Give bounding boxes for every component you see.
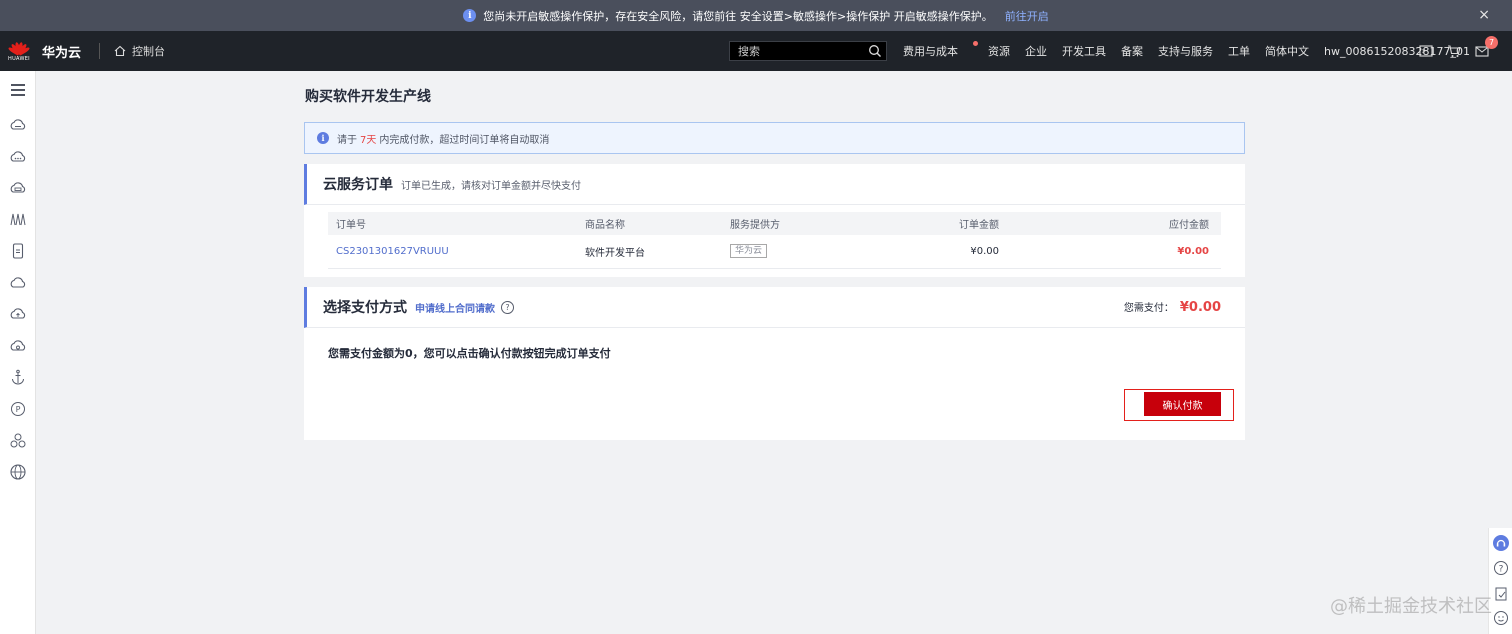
confirm-highlight-box: 确认付款 — [1124, 389, 1234, 421]
nav-tickets[interactable]: 工单 — [1228, 43, 1250, 59]
col-amount: 订单金额 — [884, 212, 1011, 235]
messages-button[interactable]: 7 — [1475, 36, 1498, 58]
need-pay-label: 您需支付： — [1123, 303, 1174, 314]
huawei-logo[interactable]: HUAWEI — [0, 31, 38, 71]
globe-icon[interactable] — [9, 463, 27, 481]
cloud-more-icon[interactable] — [9, 148, 27, 166]
header-divider — [99, 43, 101, 59]
huawei-flower-icon — [7, 40, 31, 56]
table-header-row: 订单号 商品名称 服务提供方 订单金额 应付金额 — [328, 212, 1221, 235]
table-row: CS2301301627VRUUU 软件开发平台 华为云 ¥0.00 ¥0.00 — [328, 235, 1221, 269]
cloud-sync-icon[interactable] — [9, 337, 27, 355]
payment-method-card: 选择支付方式 申请线上合同请款 ? 您需支付： ¥0.00 您需支付金额为0，您… — [304, 287, 1245, 440]
nav-language[interactable]: 简体中文 — [1265, 43, 1309, 59]
order-number-link[interactable]: CS2301301627VRUUU — [336, 246, 449, 257]
col-product: 商品名称 — [577, 212, 722, 235]
zero-amount-message: 您需支付金额为0，您可以点击确认付款按钮完成订单支付 — [328, 347, 611, 360]
info-icon: i — [463, 9, 477, 22]
payment-card-header: 选择支付方式 申请线上合同请款 ? — [304, 287, 1245, 328]
header-icons: 7 — [1419, 31, 1503, 71]
brand-name[interactable]: 华为云 — [42, 42, 81, 61]
cloud-storage-icon[interactable] — [9, 179, 27, 197]
terminal-icon[interactable] — [1419, 44, 1433, 58]
confirm-payment-button[interactable]: 确认付款 — [1144, 392, 1221, 416]
product-name: 软件开发平台 — [577, 235, 722, 269]
close-icon[interactable]: × — [1478, 7, 1490, 23]
payable-amount: ¥0.00 — [1177, 245, 1209, 257]
nav-dev-tools[interactable]: 开发工具 — [1062, 43, 1106, 59]
watermark-text: @稀土掘金技术社区 — [1330, 596, 1492, 617]
smile-icon[interactable] — [1493, 610, 1509, 626]
right-float-toolbar: ? — [1488, 528, 1512, 634]
anchor-icon[interactable] — [9, 368, 27, 386]
notification-dot — [973, 41, 978, 46]
cloud-server-icon[interactable] — [9, 116, 27, 134]
nav-support[interactable]: 支持与服务 — [1158, 43, 1213, 59]
svg-text:?: ? — [1499, 565, 1504, 575]
nav-cost[interactable]: 费用与成本 — [903, 41, 978, 59]
provider-tag: 华为云 — [730, 244, 768, 259]
customer-service-icon[interactable] — [1493, 535, 1509, 551]
order-amount: ¥0.00 — [884, 235, 1011, 269]
order-card-title: 云服务订单 — [323, 177, 393, 193]
warning-text: 您尚未开启敏感操作保护，存在安全风险，请您前往 安全设置>敏感操作>操作保护 开… — [483, 9, 993, 23]
cloud-order-card: 云服务订单 订单已生成，请核对订单金额并尽快支付 订单号 商品名称 服务提供方 … — [304, 164, 1245, 277]
col-provider: 服务提供方 — [722, 212, 884, 235]
help-circle-icon[interactable]: ? — [1493, 560, 1509, 576]
page-title: 购买软件开发生产线 — [305, 89, 431, 105]
order-card-subtitle: 订单已生成，请核对订单金额并尽快支付 — [401, 180, 581, 192]
nav-filing[interactable]: 备案 — [1121, 43, 1143, 59]
col-payable: 应付金额 — [1011, 212, 1221, 235]
cloud-icon[interactable] — [9, 274, 27, 292]
order-card-header: 云服务订单 订单已生成，请核对订单金额并尽快支付 — [304, 164, 1245, 205]
nav-resources[interactable]: 资源 — [988, 43, 1010, 59]
search-icon[interactable] — [868, 44, 882, 58]
header-nav: 费用与成本 资源 企业 开发工具 备案 支持与服务 工单 简体中文 hw_008… — [903, 31, 1485, 71]
notice-days: 7天 — [360, 134, 377, 146]
menu-icon[interactable] — [9, 81, 27, 99]
billing-icon[interactable]: P — [9, 400, 27, 418]
security-warning-bar: i 您尚未开启敏感操作保护，存在安全风险，请您前往 安全设置>敏感操作>操作保护… — [0, 0, 1512, 31]
need-pay-summary: 您需支付： ¥0.00 — [1124, 299, 1221, 315]
search-placeholder: 搜索 — [738, 45, 760, 58]
notice-suffix: 内完成付款，超过时间订单将自动取消 — [379, 134, 550, 146]
device-icon[interactable] — [9, 242, 27, 260]
console-label: 控制台 — [132, 45, 166, 58]
need-pay-amount: ¥0.00 — [1179, 300, 1221, 315]
search-input[interactable]: 搜索 — [729, 41, 887, 61]
top-header: HUAWEI 华为云 控制台 搜索 费用与成本 资源 企业 开发工具 备案 支持… — [0, 31, 1512, 71]
info-icon: i — [317, 132, 329, 144]
help-icon[interactable]: ? — [501, 300, 514, 314]
bridge-icon[interactable] — [9, 210, 27, 228]
svg-text:P: P — [16, 405, 21, 414]
cloud-upload-icon[interactable] — [9, 305, 27, 323]
cart-icon[interactable] — [1447, 44, 1461, 58]
notice-prefix: 请于 — [337, 134, 357, 146]
payment-card-title: 选择支付方式 — [323, 300, 407, 316]
contract-request-link[interactable]: 申请线上合同请款 — [415, 300, 495, 315]
logo-label: HUAWEI — [8, 56, 30, 62]
payment-deadline-notice: i 请于 7天 内完成付款，超过时间订单将自动取消 — [304, 122, 1245, 154]
feedback-icon[interactable] — [1493, 586, 1509, 602]
cluster-icon[interactable] — [9, 432, 27, 450]
order-table: 订单号 商品名称 服务提供方 订单金额 应付金额 CS2301301627VRU… — [328, 212, 1221, 269]
message-count-badge: 7 — [1485, 36, 1498, 49]
enable-protection-link[interactable]: 前往开启 — [1005, 8, 1049, 24]
nav-enterprise[interactable]: 企业 — [1025, 43, 1047, 59]
col-order-no: 订单号 — [328, 212, 577, 235]
console-link[interactable]: 控制台 — [114, 43, 165, 59]
left-sidebar: P — [0, 71, 36, 634]
home-icon — [114, 45, 126, 57]
